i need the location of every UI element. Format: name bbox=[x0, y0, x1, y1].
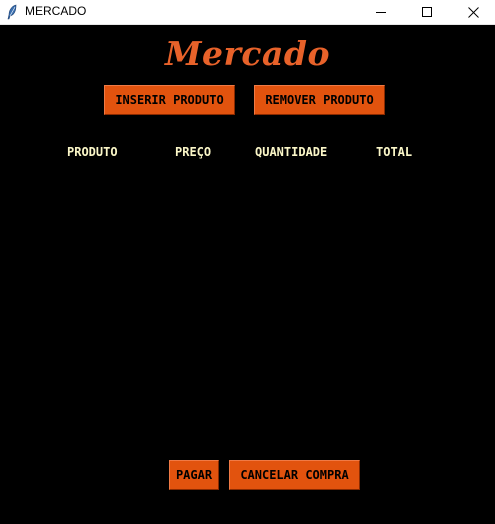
column-header-total: TOTAL bbox=[376, 145, 413, 159]
maximize-icon bbox=[421, 7, 432, 17]
column-header-quantidade: QUANTIDADE bbox=[255, 145, 328, 159]
window-title: MERCADO bbox=[25, 4, 87, 18]
minimize-button[interactable] bbox=[358, 0, 404, 25]
pay-button[interactable]: PAGAR bbox=[169, 460, 219, 490]
minimize-icon bbox=[375, 12, 386, 13]
column-header-preco: PREÇO bbox=[175, 145, 212, 159]
close-button[interactable] bbox=[450, 0, 495, 25]
insert-product-button[interactable]: INSERIR PRODUTO bbox=[104, 85, 235, 115]
maximize-button[interactable] bbox=[404, 0, 450, 25]
app-content: Mercado INSERIR PRODUTO REMOVER PRODUTO … bbox=[0, 26, 495, 524]
window-titlebar[interactable]: MERCADO bbox=[0, 0, 495, 25]
cancel-purchase-button[interactable]: CANCELAR COMPRA bbox=[229, 460, 360, 490]
remove-product-button[interactable]: REMOVER PRODUTO bbox=[254, 85, 385, 115]
page-title: Mercado bbox=[165, 34, 330, 73]
feather-icon bbox=[6, 4, 18, 20]
column-header-produto: PRODUTO bbox=[67, 145, 118, 159]
close-icon bbox=[467, 7, 479, 18]
